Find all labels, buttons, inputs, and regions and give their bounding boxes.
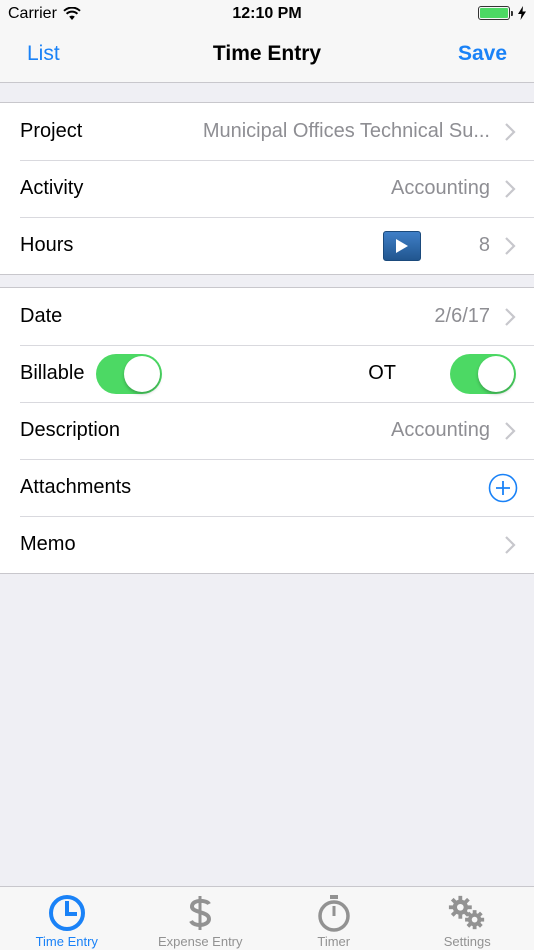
chevron-right-icon bbox=[505, 421, 516, 440]
status-bar: Carrier 12:10 PM bbox=[0, 0, 534, 28]
save-button[interactable]: Save bbox=[458, 42, 507, 66]
date-row[interactable]: Date 2/6/17 bbox=[0, 288, 534, 345]
billable-label: Billable bbox=[20, 362, 85, 384]
list-button[interactable]: List bbox=[27, 42, 60, 66]
toggle-knob bbox=[124, 355, 161, 392]
gears-icon bbox=[447, 893, 487, 933]
chevron-right-icon bbox=[505, 122, 516, 141]
status-time: 12:10 PM bbox=[232, 5, 302, 22]
project-group: Project Municipal Offices Technical Su..… bbox=[0, 102, 534, 275]
tab-label: Settings bbox=[443, 934, 491, 949]
ot-label: OT bbox=[368, 362, 396, 384]
hours-label: Hours bbox=[20, 234, 74, 256]
activity-value: Accounting bbox=[391, 177, 490, 199]
project-row[interactable]: Project Municipal Offices Technical Su..… bbox=[0, 103, 534, 160]
activity-label: Activity bbox=[20, 177, 84, 199]
play-icon bbox=[395, 238, 408, 253]
chevron-right-icon bbox=[505, 307, 516, 326]
project-value: Municipal Offices Technical Su... bbox=[202, 120, 490, 142]
billable-ot-row: Billable OT bbox=[0, 345, 534, 402]
activity-row[interactable]: Activity Accounting bbox=[0, 160, 534, 217]
hours-row[interactable]: Hours 8 bbox=[0, 217, 534, 274]
project-label: Project bbox=[20, 120, 83, 142]
memo-label: Memo bbox=[20, 533, 76, 555]
clock-icon bbox=[47, 893, 87, 933]
tab-timer[interactable]: Timer bbox=[267, 887, 401, 950]
battery-fill bbox=[480, 8, 508, 18]
attachments-label: Attachments bbox=[20, 476, 132, 498]
date-value: 2/6/17 bbox=[434, 305, 490, 327]
tab-time-entry[interactable]: Time Entry bbox=[0, 887, 134, 950]
chevron-right-icon bbox=[505, 236, 516, 255]
date-label: Date bbox=[20, 305, 63, 327]
description-label: Description bbox=[20, 419, 121, 441]
tab-label: Time Entry bbox=[35, 934, 98, 949]
description-value: Accounting bbox=[391, 419, 490, 441]
toggle-knob bbox=[478, 355, 514, 392]
chevron-right-icon bbox=[505, 535, 516, 554]
charging-bolt-icon bbox=[518, 6, 526, 20]
nav-bar: List Time Entry Save bbox=[0, 28, 534, 83]
attachments-row: Attachments bbox=[0, 459, 534, 516]
ot-toggle[interactable] bbox=[450, 353, 516, 394]
stopwatch-icon bbox=[314, 893, 354, 933]
battery-icon bbox=[478, 6, 513, 20]
chevron-right-icon bbox=[505, 179, 516, 198]
tab-label: Timer bbox=[317, 934, 351, 949]
add-attachment-icon[interactable] bbox=[488, 473, 518, 503]
billable-toggle[interactable] bbox=[96, 353, 163, 394]
memo-row[interactable]: Memo bbox=[0, 516, 534, 573]
play-button[interactable] bbox=[382, 230, 421, 261]
status-right bbox=[478, 6, 526, 20]
tab-settings[interactable]: Settings bbox=[401, 887, 534, 950]
description-row[interactable]: Description Accounting bbox=[0, 402, 534, 459]
page-title: Time Entry bbox=[212, 42, 322, 65]
tab-expense-entry[interactable]: Expense Entry bbox=[134, 887, 268, 950]
tab-label: Expense Entry bbox=[157, 934, 243, 949]
hours-value: 8 bbox=[478, 234, 490, 256]
details-group: Date 2/6/17 Billable OT Description Acco… bbox=[0, 287, 534, 574]
tab-bar: Time Entry Expense Entry Timer Settings bbox=[0, 886, 534, 950]
dollar-icon bbox=[180, 893, 220, 933]
